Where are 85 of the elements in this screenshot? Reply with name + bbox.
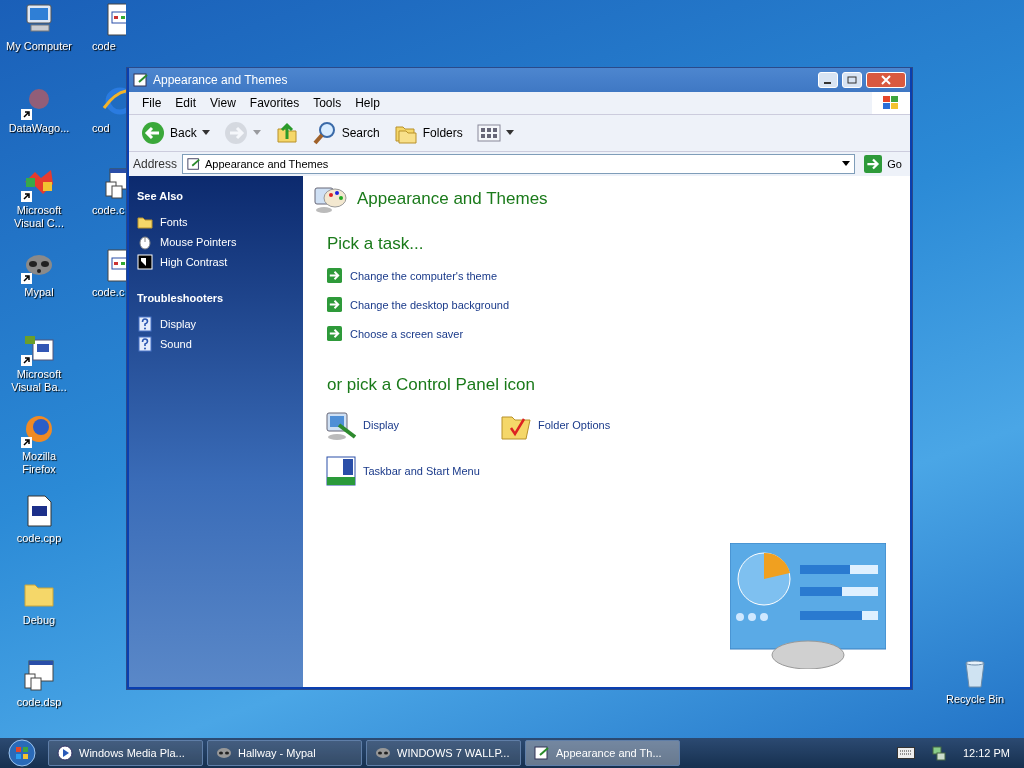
sidebar-item-icon [137,234,153,250]
desktop-icon-label[interactable]: Mypal [24,286,54,299]
taskbar-button[interactable]: Appearance and Th... [525,740,680,766]
raccoon-icon [375,745,391,761]
desktop-icon-label[interactable]: code.cpp [16,532,62,545]
control-panel-link[interactable]: Folder Options [538,419,611,431]
desktop-icon-label[interactable]: code.c [92,286,125,299]
menu-item[interactable]: Help [348,94,387,112]
menu-item[interactable]: File [135,94,169,112]
desktop-icon-label[interactable]: Microsoft Visual C... [4,204,74,230]
sidebar-item-icon [137,336,153,352]
desktop-icon[interactable] [21,658,57,694]
menu-item[interactable]: Favorites [242,94,307,112]
sidebar-link[interactable]: Fonts [160,216,188,228]
views-grid-icon [476,121,501,145]
media-player-icon [57,745,73,761]
search-button[interactable]: Search [308,119,384,147]
taskbar-button[interactable]: Hallway - Mypal [207,740,362,766]
desktop-icon-label[interactable]: code [92,40,116,53]
caret-icon [201,130,210,136]
page-heading: Appearance and Themes [357,189,548,209]
network-icon[interactable] [930,745,947,761]
menu-item[interactable]: Tools [306,94,349,112]
task-link[interactable]: Choose a screen saver [350,327,464,340]
window-title: Appearance and Themes [153,73,289,87]
close-icon [881,75,891,85]
arrow-icon [864,155,883,173]
maximize-button[interactable] [842,72,862,88]
caret-icon [252,130,261,136]
desktop-icon-label[interactable]: code.c [92,204,125,217]
windows-logo-icon [872,92,910,114]
shortcut-arrow-icon [21,273,32,284]
keyboard-icon[interactable] [896,747,915,759]
caret-icon [505,130,514,136]
control-panel-icon [187,157,202,171]
search-icon [312,121,337,145]
shortcut-arrow-icon [21,355,32,366]
menu-item[interactable]: View [203,94,243,112]
arrow-icon [327,326,342,341]
sidebar-link[interactable]: Sound [160,338,192,350]
up-folder-icon [274,121,299,145]
section-heading: or pick a Control Panel icon [327,375,536,395]
arrow-icon [327,297,342,312]
address-label: Address [133,157,178,171]
desktop-icon-label[interactable]: Microsoft Visual Ba... [4,368,74,394]
minimize-button[interactable] [818,72,838,88]
desktop-icon-label[interactable]: cod [92,122,110,135]
arrow-icon [327,268,342,283]
address-text: Appearance and Themes [205,158,330,170]
section-title: Troubleshooters [137,292,225,304]
sidebar-link[interactable]: Mouse Pointers [160,236,237,248]
shortcut-arrow-icon [21,109,32,120]
section-heading: Pick a task... [327,234,425,254]
close-button[interactable] [866,72,906,88]
section-title: See Also [137,190,185,202]
desktop-icon-label[interactable]: Mozilla Firefox [4,450,74,476]
desktop-icon-label[interactable]: DataWago... [8,122,70,135]
shortcut-arrow-icon [21,191,32,202]
clock[interactable]: 12:12 PM [962,747,1010,759]
taskbar-button[interactable]: WINDOWS 7 WALLP... [366,740,521,766]
task-link[interactable]: Change the computer's theme [350,269,498,282]
shortcut-arrow-icon [21,437,32,448]
sidebar-item-icon [137,254,153,270]
desktop-icon-label[interactable]: Recycle Bin [945,693,1005,706]
go-button[interactable]: Go [860,155,906,173]
taskbar-button[interactable]: Windows Media Pla... [48,740,203,766]
control-panel-icon [534,745,550,761]
sidebar-link[interactable]: High Contrast [160,256,228,268]
address-field[interactable]: Appearance and Themes [182,154,856,174]
control-panel-link[interactable]: Display [363,419,400,431]
control-panel-icon [133,72,149,88]
sidebar-link[interactable]: Display [160,318,197,330]
back-button[interactable]: Back [137,119,214,147]
desktop-icon-label[interactable]: My Computer [6,40,72,53]
maximize-icon [847,76,857,84]
control-panel-icon[interactable] [325,455,357,487]
folders-button[interactable]: Folders [389,119,467,147]
control-panel-link[interactable]: Taskbar and Start Menu [363,465,480,477]
raccoon-icon [216,745,232,761]
dropdown-caret-icon[interactable] [842,161,851,167]
control-panel-icon[interactable] [325,409,357,441]
sidebar-item-icon [137,214,153,230]
menu-item[interactable]: Edit [168,94,204,112]
sidebar-item-icon [137,316,153,332]
task-link[interactable]: Change the desktop background [350,298,509,311]
